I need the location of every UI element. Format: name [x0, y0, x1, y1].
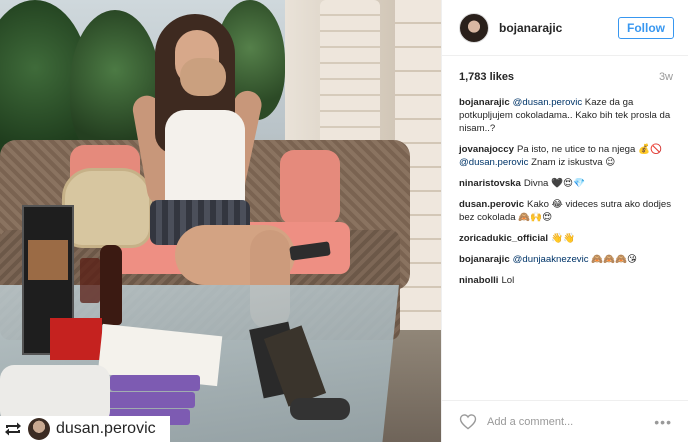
comment-username[interactable]: bojanarajic	[459, 254, 510, 265]
repost-icon	[4, 420, 22, 438]
comment-username[interactable]: bojanarajic	[459, 97, 510, 108]
author-avatar[interactable]	[459, 12, 489, 43]
heart-icon[interactable]	[459, 413, 477, 431]
instagram-post: dusan.perovic bojanarajic Follow 1,783 l…	[0, 0, 688, 442]
post-sidebar: bojanarajic Follow 1,783 likes 3w bojana…	[441, 0, 688, 442]
post-photo[interactable]: dusan.perovic	[0, 0, 441, 442]
comment-username[interactable]: zoricadukic_official	[459, 233, 548, 244]
comment-item: jovanajoccy Pa isto, ne utice to na njega…	[459, 143, 673, 169]
repost-credit: dusan.perovic	[0, 416, 170, 442]
comment-item: bojanarajic @dusan.perovic Kaze da ga pot…	[459, 96, 673, 135]
comment-mention[interactable]: @dunjaaknezevic	[513, 254, 589, 265]
photo-person-hands	[180, 58, 226, 96]
repost-avatar	[28, 418, 50, 440]
more-options-icon[interactable]: •••	[654, 414, 672, 430]
repost-username: dusan.perovic	[56, 420, 156, 437]
photo-keys	[290, 398, 350, 420]
photo-glass	[80, 258, 100, 303]
photo-chocolate	[105, 392, 195, 408]
comment-username[interactable]: jovanajoccy	[459, 144, 514, 155]
post-timestamp[interactable]: 3w	[659, 71, 673, 83]
follow-button[interactable]: Follow	[618, 16, 674, 39]
add-comment-input[interactable]: Add a comment...	[487, 416, 654, 428]
comment-text: 👋👋	[551, 233, 575, 244]
photo-person-top	[165, 110, 245, 210]
comment-mention[interactable]: @dusan.perovic	[459, 157, 528, 168]
comment-text: Znam iz iskustva 😉	[528, 157, 616, 168]
comment-text: Pa isto, ne utice to na njega 💰🚫	[516, 144, 662, 155]
photo-menu-image	[28, 240, 68, 280]
likes-count[interactable]: 1,783 likes	[459, 71, 514, 83]
comment-item: bojanarajic @dunjaaknezevic 🙈🙈🙈😘	[459, 253, 673, 266]
comment-item: ninabolli Lol	[459, 274, 673, 287]
post-meta: 1,783 likes 3w	[459, 71, 673, 83]
comment-item: dusan.perovic Kako 😂 videces sutra ako do…	[459, 198, 673, 224]
photo-bag	[62, 168, 152, 248]
comment-item: zoricadukic_official 👋👋	[459, 232, 673, 245]
post-header: bojanarajic Follow	[442, 0, 688, 56]
comment-text: Divna 🖤😍💎	[523, 178, 585, 189]
comment-mention[interactable]: @dusan.perovic	[513, 97, 582, 108]
comments-list: bojanarajic @dusan.perovic Kaze da ga pot…	[459, 96, 673, 295]
author-username[interactable]: bojanarajic	[499, 21, 618, 35]
photo-column	[320, 0, 380, 150]
comment-bar: Add a comment... •••	[442, 400, 688, 442]
photo-cushion	[280, 150, 340, 225]
comment-username[interactable]: dusan.perovic	[459, 199, 524, 210]
comment-text: 🙈🙈🙈😘	[588, 254, 638, 265]
comment-text: Lol	[501, 275, 515, 286]
photo-chocolate	[110, 375, 200, 391]
comment-item: ninaristovska Divna 🖤😍💎	[459, 177, 673, 190]
photo-bottle	[100, 245, 122, 325]
comment-username[interactable]: ninaristovska	[459, 178, 521, 189]
comment-username[interactable]: ninabolli	[459, 275, 498, 286]
photo-red-box	[50, 318, 102, 360]
